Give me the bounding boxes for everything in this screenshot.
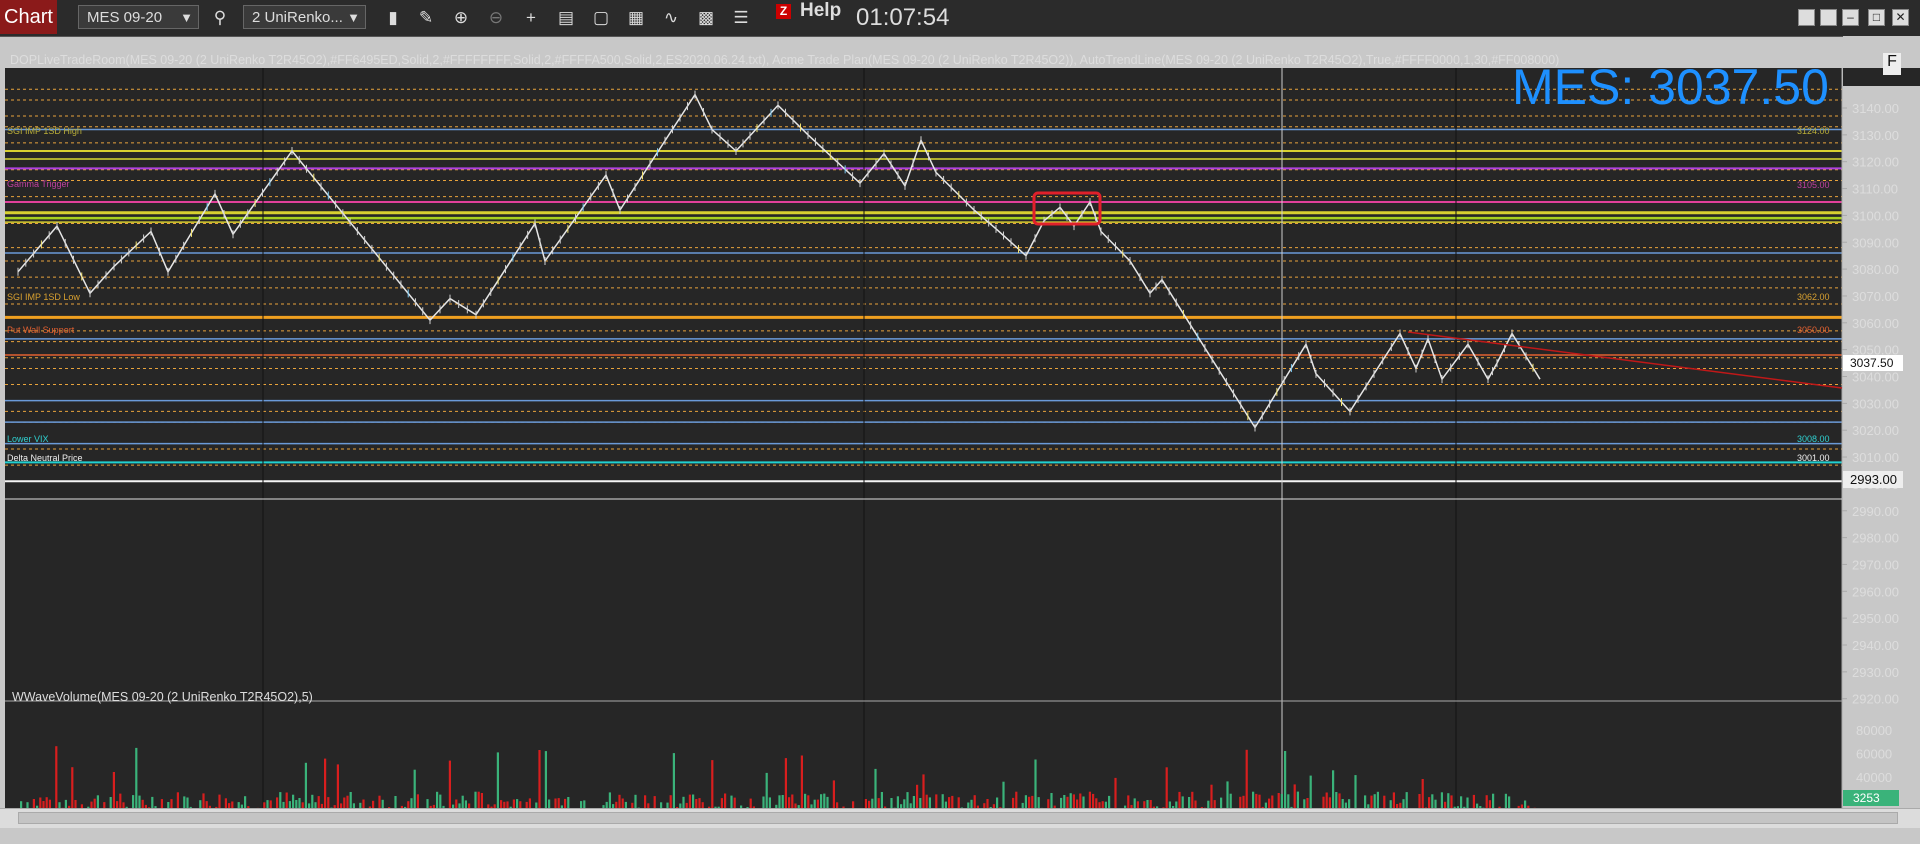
level-value-sgi-low: 3062.00 [1797,292,1830,302]
price-tick-label: 2970.00 [1852,557,1899,572]
zoom-in-icon[interactable]: ⊕ [449,6,473,30]
templates-icon[interactable]: ▩ [694,6,718,30]
price-tick-label: 3080.00 [1852,262,1899,277]
strategies-icon[interactable]: ▦ [624,6,648,30]
price-tick-label: 2930.00 [1852,665,1899,680]
price-tick-label: 3010.00 [1852,450,1899,465]
instrument-select[interactable]: MES 09-20 ▼ [78,5,199,29]
help-menu[interactable]: Help [800,0,841,22]
down-volume-bar [324,758,327,815]
price-tick-label: 3110.00 [1852,182,1898,197]
volume-current-marker: 3253 [1843,790,1899,806]
price-tick-label: 3060.00 [1852,316,1899,331]
level-label-delta-neutral: Delta Neutral Price [7,453,83,463]
level-value-lower-vix: 3008.00 [1797,434,1830,444]
up-volume-bar [496,752,499,815]
level-label-sgi-low: SGI IMP 1SD Low [7,292,80,302]
level-value-delta-neutral: 3001.00 [1797,453,1830,463]
close-button[interactable]: ✕ [1892,9,1909,26]
maximize-button[interactable]: □ [1868,9,1885,26]
tile-icon[interactable] [1798,9,1815,26]
price-tick-label: 2980.00 [1852,531,1899,546]
zoom-out-icon[interactable]: ⊖ [484,6,508,30]
price-tick-label: 3040.00 [1852,370,1899,385]
price-tick-label: 3130.00 [1852,128,1899,143]
up-volume-bar [1034,759,1037,815]
up-volume-bar [672,753,675,815]
list-icon[interactable]: ☰ [729,6,753,30]
chart-toolbar: Chart MES 09-20 ▼ ⚲ 2 UniRenko... ▼ ▮ ✎ … [0,0,1920,37]
price-tick-label: 3030.00 [1852,396,1899,411]
pencil-icon[interactable]: ✎ [414,6,438,30]
chevron-down-icon: ▼ [347,10,360,25]
down-volume-bar [800,755,803,815]
price-tick-label: 3020.00 [1852,423,1899,438]
up-volume-bar [135,747,138,815]
level-value-put-wall: 3050.00 [1797,325,1830,335]
down-volume-bar [55,746,58,815]
level-label-put-wall: Put Wall Support [7,325,75,335]
cursor-price-marker: 2993.00 [1843,471,1903,488]
price-tick-label: 2940.00 [1852,638,1899,653]
current-price-marker: 3037.50 [1843,355,1903,371]
level-label-lower-vix: Lower VIX [7,434,49,444]
price-tick-label: 2950.00 [1852,611,1899,626]
minimize-button[interactable]: – [1842,9,1859,26]
down-volume-bar [711,760,714,815]
level-value-sgi-high: 3124.00 [1797,126,1830,136]
volume-tick-label: 80000 [1856,723,1892,738]
down-volume-bar [1245,749,1248,815]
volume-panel-title: WWaveVolume(MES 09-20 (2 UniRenko T2R45O… [12,690,313,704]
indicators-icon[interactable]: ∿ [659,6,683,30]
volume-tick-label: 40000 [1856,770,1892,785]
chart-panel[interactable]: 3140.00 3130.00 3120.00 3110.00 3100.00 3090.… [0,36,1920,844]
down-volume-bar [448,760,451,815]
price-tick-label: 3140.00 [1852,101,1899,116]
chevron-down-icon: ▼ [180,10,193,25]
price-tick-label: 3100.00 [1852,208,1899,223]
scrollbar-thumb[interactable] [18,812,1898,824]
data-box-icon[interactable]: ▤ [554,6,578,30]
level-label-sgi-high: SGI IMP 1SD High [7,126,82,136]
level-value-gamma-trigger: 3105.00 [1797,180,1830,190]
horizontal-scrollbar[interactable] [0,808,1920,828]
bar-style-icon[interactable]: ▮ [381,6,405,30]
up-volume-bar [1284,751,1287,815]
price-tick-label: 2920.00 [1852,692,1899,707]
price-tick-label: 3090.00 [1852,235,1899,250]
up-volume-bar [544,751,547,815]
bar-type-select[interactable]: 2 UniRenko... ▼ [243,5,366,29]
settings-tab[interactable]: F [1883,53,1901,75]
down-volume-bar [538,750,541,815]
level-label-gamma-trigger: Gamma Trigger [7,179,70,189]
volume-tick-label: 60000 [1856,747,1892,762]
bar-type-value: 2 UniRenko... [252,9,343,26]
price-tick-label: 3070.00 [1852,289,1899,304]
price-tick-label: 3120.00 [1852,155,1899,170]
chart-tab[interactable]: Chart [0,0,57,34]
price-tick-label: 2960.00 [1852,584,1899,599]
tile-alt-icon[interactable] [1820,9,1837,26]
indicator-header: DOPLiveTradeRoom(MES 09-20 (2 UniRenko T… [10,53,1560,67]
price-display: MES: 3037.50 [1512,59,1829,115]
crosshair-icon[interactable]: + [519,6,543,30]
instrument-value: MES 09-20 [87,9,163,26]
search-icon[interactable]: ⚲ [208,6,232,30]
properties-icon[interactable]: ▢ [589,6,613,30]
down-volume-bar [784,758,787,815]
clock: 01:07:54 [856,4,950,31]
price-tick-label: 2990.00 [1852,504,1899,519]
z-badge-icon[interactable]: Z [776,4,791,19]
